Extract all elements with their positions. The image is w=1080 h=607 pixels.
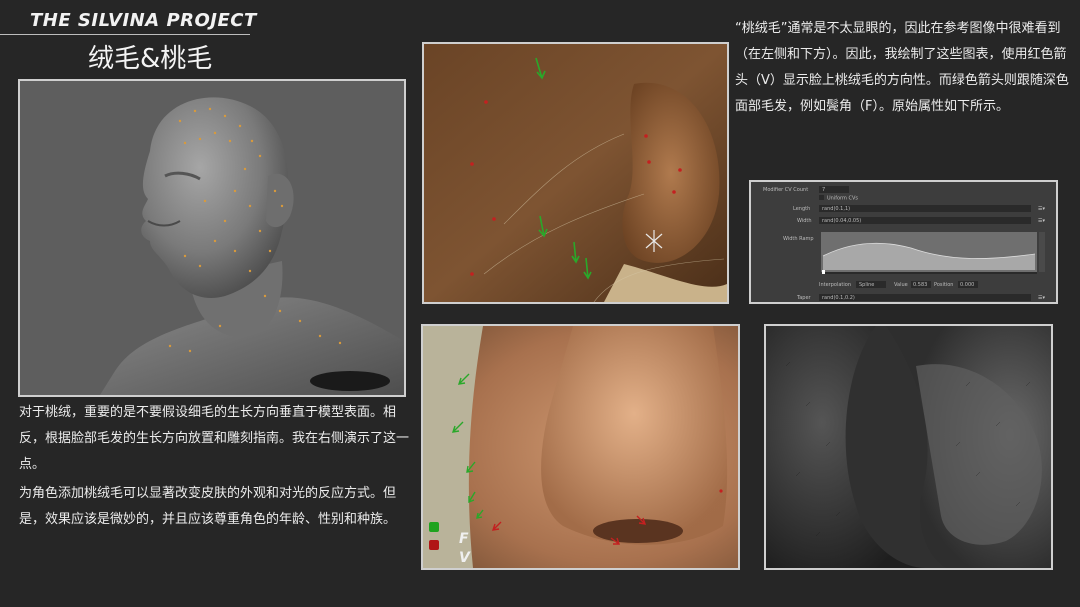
- modifier-cv-count-label: Modifier CV Count: [763, 187, 808, 193]
- svg-text:☰▾: ☰▾: [1038, 295, 1045, 301]
- uniform-cvs-label: Uniform CVs: [827, 196, 858, 202]
- modifier-cv-count-value[interactable]: 7: [822, 187, 825, 193]
- interpolation-label: Interpolation: [819, 282, 851, 288]
- value-label: Value: [894, 282, 908, 288]
- uniform-cvs-checkbox[interactable]: [819, 195, 824, 200]
- svg-text:☰▾: ☰▾: [1038, 218, 1045, 224]
- fuzz-render-image: [764, 324, 1053, 570]
- section-title: 绒毛&桃毛: [88, 44, 213, 74]
- intro-paragraph: “桃绒毛”通常是不太显眼的，因此在参考图像中很难看到（在左侧和下方）。因此，我绘…: [735, 21, 1069, 114]
- legend-green-swatch: [429, 522, 439, 532]
- head-sculpt-image: [18, 79, 406, 397]
- taper-label: Taper: [796, 295, 812, 301]
- length-value: rand(0.1,1): [822, 206, 850, 212]
- legend-red-label: V: [459, 550, 471, 566]
- effect-paragraph: 为角色添加桃绒毛可以显著改变皮肤的外观和对光的反应方式。但是，效果应该是微妙的，…: [19, 486, 397, 527]
- legend-green-label: F: [459, 531, 469, 547]
- position-value: 0.000: [960, 282, 974, 288]
- interpolation-value: Spline: [859, 282, 874, 288]
- svg-text:☰▾: ☰▾: [1038, 206, 1045, 212]
- project-title: THE SILVINA PROJECT: [30, 10, 257, 31]
- width-ramp-label: Width Ramp: [783, 236, 814, 242]
- length-label: Length: [793, 206, 810, 212]
- position-label: Position: [934, 282, 953, 288]
- length-field[interactable]: [819, 205, 1031, 212]
- nose-reference-image: F V: [421, 324, 740, 570]
- legend-red-swatch: [429, 540, 439, 550]
- ear-reference-image: [422, 42, 729, 304]
- guidance-paragraph: 对于桃绒，重要的是不要假设细毛的生长方向垂直于模型表面。相反，根据脸部毛发的生长…: [19, 405, 410, 472]
- taper-value: rand(0.1,0.2): [822, 295, 855, 301]
- title-divider: [0, 34, 250, 35]
- value-value: 0.583: [913, 282, 927, 288]
- width-value: rand(0.04,0.05): [822, 218, 861, 224]
- width-label: Width: [797, 218, 812, 224]
- attribute-editor-panel: Modifier CV Count 7 Uniform CVs Length r…: [749, 180, 1058, 304]
